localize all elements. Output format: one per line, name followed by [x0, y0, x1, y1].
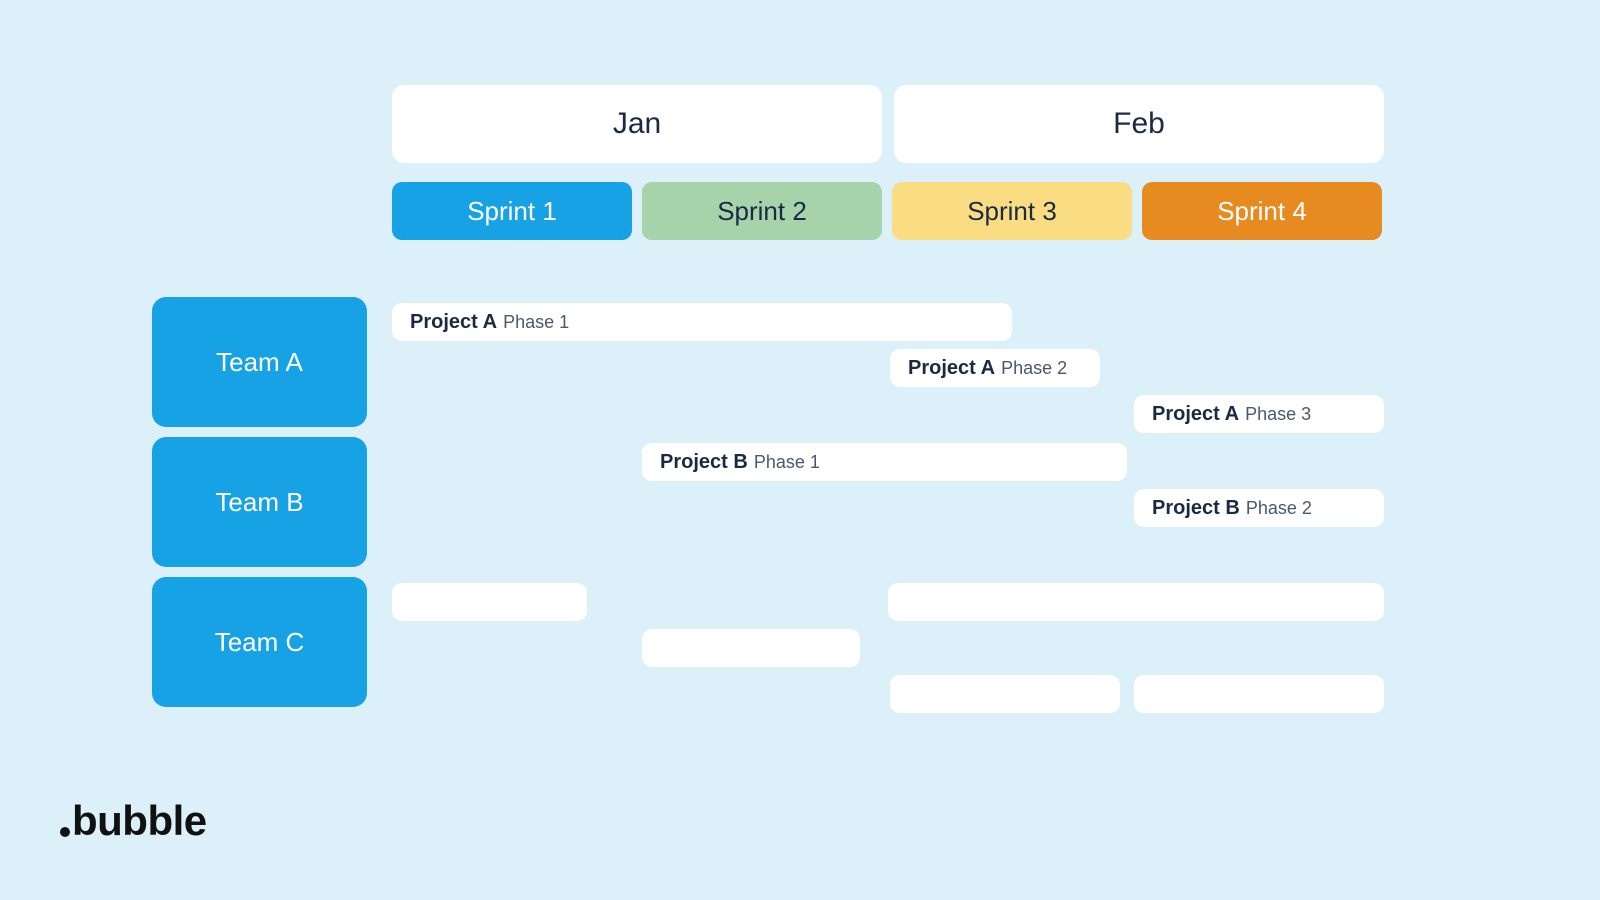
- phase-label: Phase 2: [1001, 358, 1067, 379]
- gantt-chart: Jan Feb Sprint 1 Sprint 2 Sprint 3 Sprin…: [0, 0, 1600, 85]
- months-row: Jan Feb: [392, 85, 1384, 163]
- sprint-cell-2: Sprint 2: [642, 182, 882, 240]
- task-bar: Project B Phase 1: [642, 443, 1127, 481]
- project-label: Project B: [1152, 497, 1240, 520]
- task-bar: Project A Phase 3: [1134, 395, 1384, 433]
- task-bar: [392, 583, 587, 621]
- task-bar: Project A Phase 2: [890, 349, 1100, 387]
- phase-label: Phase 2: [1246, 498, 1312, 519]
- brand-logo: bubble: [60, 797, 207, 845]
- project-label: Project A: [410, 311, 497, 334]
- month-cell: Feb: [894, 85, 1384, 163]
- team-cell-b: Team B: [152, 437, 367, 567]
- project-label: Project A: [1152, 403, 1239, 426]
- phase-label: Phase 3: [1245, 404, 1311, 425]
- team-cell-c: Team C: [152, 577, 367, 707]
- sprint-cell-3: Sprint 3: [892, 182, 1132, 240]
- phase-label: Phase 1: [754, 452, 820, 473]
- month-cell: Jan: [392, 85, 882, 163]
- task-bar: [1134, 675, 1384, 713]
- project-label: Project A: [908, 357, 995, 380]
- teams-column: Team A Team B Team C: [152, 297, 367, 707]
- team-cell-a: Team A: [152, 297, 367, 427]
- sprint-cell-1: Sprint 1: [392, 182, 632, 240]
- brand-name: bubble: [72, 797, 207, 845]
- logo-dot-icon: [60, 827, 70, 837]
- phase-label: Phase 1: [503, 312, 569, 333]
- task-bar: [890, 675, 1120, 713]
- task-bar: [888, 583, 1384, 621]
- task-bar: [642, 629, 860, 667]
- sprints-row: Sprint 1 Sprint 2 Sprint 3 Sprint 4: [392, 182, 1382, 240]
- task-bar: Project A Phase 1: [392, 303, 1012, 341]
- project-label: Project B: [660, 451, 748, 474]
- task-bar: Project B Phase 2: [1134, 489, 1384, 527]
- sprint-cell-4: Sprint 4: [1142, 182, 1382, 240]
